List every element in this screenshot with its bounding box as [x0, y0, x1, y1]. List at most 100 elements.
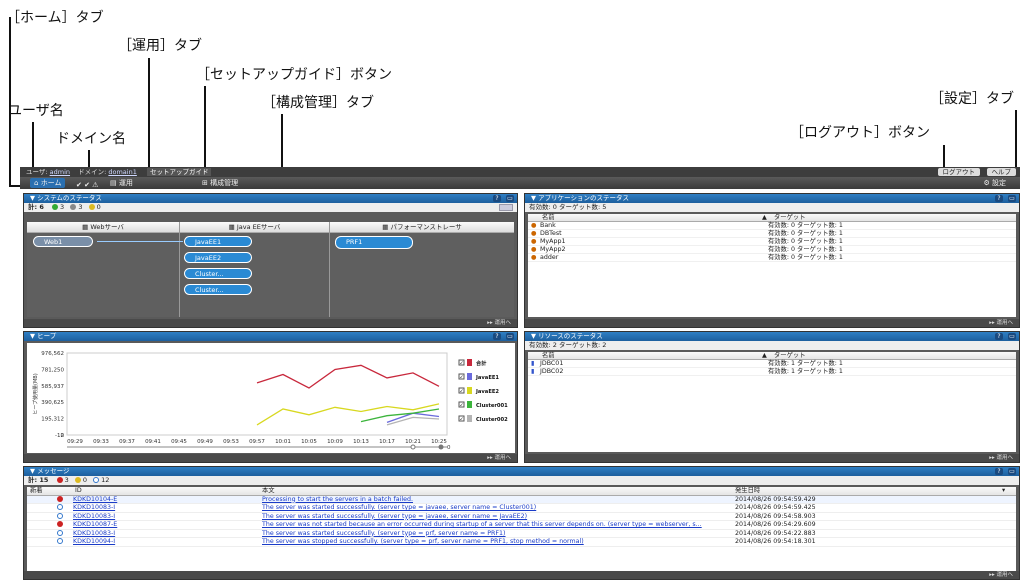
tab-configuration-label: 構成管理 [210, 179, 239, 187]
table-row[interactable]: KDKD10094-I The server was stopped succes… [27, 538, 1016, 547]
help-icon[interactable]: ? [493, 333, 501, 340]
col-id[interactable]: ID [75, 487, 82, 496]
maximize-icon[interactable]: ▭ [506, 195, 514, 202]
table-row[interactable]: ● adder 有効数: 0 ターゲット数: 1 [528, 254, 1016, 262]
sort-desc-icon: ▾ [1002, 487, 1006, 494]
system-status-footer-link[interactable]: ▸▸ 運用へ [24, 319, 517, 327]
message-date: 2014/08/26 09:54:58.903 [735, 512, 816, 520]
application-status-footer-link[interactable]: ▸▸ 運用へ [525, 319, 1019, 327]
maximize-icon[interactable]: ▭ [1008, 195, 1016, 202]
server-node-label: JavaEE2 [195, 254, 222, 262]
table-row[interactable]: KDKD10087-E The server was not started be… [27, 521, 1016, 530]
tab-configuration[interactable]: ⊞ 構成管理 [202, 177, 238, 189]
server-node-prf1[interactable]: PRF1 [335, 236, 413, 249]
plot-area [66, 352, 448, 436]
sort-asc-icon: ▲ [762, 214, 767, 221]
table-row[interactable]: KDKD10083-I The server was started succes… [27, 504, 1016, 513]
domain-name-link[interactable]: domain1 [108, 168, 136, 176]
help-icon[interactable]: ? [995, 195, 1003, 202]
col-target[interactable]: ターゲット [774, 352, 805, 360]
y-axis-label: ヒープ使用量(MB) [32, 373, 39, 414]
legend-label: 合計 [476, 359, 487, 367]
tab-operations-label: 運用 [118, 179, 133, 187]
maximize-icon[interactable]: ▭ [1008, 333, 1016, 340]
main-tab-bar: ⌂ ホーム ✔ ✔ ⚠ ▤ 運用 ⊞ 構成管理 ⚙ 設定 [20, 177, 1020, 189]
callout-user-name: ユーザ名 [8, 103, 64, 119]
table-row[interactable]: ● DBTest 有効数: 0 ターゲット数: 1 [528, 230, 1016, 238]
server-node-web1[interactable]: Web1 [33, 236, 93, 247]
message-body-link[interactable]: The server was started successfully. (se… [262, 530, 506, 539]
help-icon[interactable]: ? [995, 468, 1003, 475]
help-button[interactable]: ヘルプ [986, 168, 1016, 176]
server-node-cluster002[interactable]: Cluster... [184, 284, 252, 295]
messages-footer-link[interactable]: ▸▸ 運用へ [24, 571, 1019, 579]
help-icon[interactable]: ? [493, 195, 501, 202]
heap-line-chart: 976,562 781,250 585,937 390,625 195,312 0 -12 ヒ… [32, 351, 508, 451]
footer-link-label: 運用へ [996, 572, 1013, 578]
message-id-link[interactable]: KDKD10094-I [73, 538, 115, 547]
message-body-link[interactable]: The server was not started because an er… [262, 521, 702, 530]
table-row[interactable]: KDKD10083-I The server was started succes… [27, 529, 1016, 539]
settings-gear-icon: ⚙ [983, 179, 990, 187]
server-node-cluster001[interactable]: Cluster... [184, 268, 252, 279]
message-body-link[interactable]: Processing to start the servers in a bat… [262, 496, 413, 505]
ok-icon [51, 203, 58, 211]
error-count: 3 [64, 476, 69, 484]
app-target: 有効数: 0 ターゲット数: 1 [768, 246, 843, 253]
y-tick-label: 195,312 [41, 417, 64, 423]
table-row[interactable]: ● Bank 有効数: 0 ターゲット数: 1 [528, 222, 1016, 230]
footer-link-label: 運用へ [996, 320, 1013, 326]
col-name[interactable]: 名前 [542, 214, 555, 222]
application-icon: ● [531, 246, 537, 253]
legend-swatch [467, 401, 472, 408]
message-body-link[interactable]: The server was started successfully. (se… [262, 513, 527, 522]
web-server-icon: ▦ [82, 223, 89, 231]
col-name[interactable]: 名前 [542, 352, 555, 360]
resource-table-header: 名前 ▲ ターゲット [528, 352, 1016, 360]
table-row[interactable]: ● MyApp2 有効数: 0 ターゲット数: 1 [528, 246, 1016, 254]
maximize-icon[interactable]: ▭ [506, 333, 514, 340]
message-body-link[interactable]: The server was started successfully. (se… [262, 504, 536, 513]
home-icon: ⌂ [34, 179, 39, 187]
col-target[interactable]: ターゲット [774, 214, 805, 222]
setup-guide-button[interactable]: セットアップガイド [146, 168, 212, 176]
heap-footer-link[interactable]: ▸▸ 運用へ [24, 454, 517, 462]
logout-button[interactable]: ログアウト [937, 168, 980, 176]
message-body-link[interactable]: The server was stopped successfully. (se… [262, 538, 584, 547]
col-new[interactable]: 新着 [30, 487, 43, 496]
maximize-icon[interactable]: ▭ [1008, 468, 1016, 475]
view-toggle-icon[interactable] [499, 204, 513, 211]
col-date[interactable]: 発生日時 [735, 487, 760, 496]
col-body[interactable]: 本文 [262, 487, 275, 496]
server-node-javaee2[interactable]: JavaEE2 [184, 252, 252, 263]
server-node-label: Web1 [44, 238, 63, 246]
x-tick-label: 10:25 [431, 439, 447, 445]
app-name: Bank [540, 222, 556, 229]
x-tick-label: 09:53 [223, 439, 239, 445]
server-node-label: Cluster... [195, 270, 224, 278]
messages-table: 新着 ID 本文 発生日時 ▾ KDKD10104-E Processing to… [27, 487, 1016, 572]
x-tick-label: 09:37 [119, 439, 135, 445]
tab-home[interactable]: ⌂ ホーム [30, 178, 66, 188]
configuration-icon: ⊞ [202, 179, 208, 187]
resource-status-footer-link[interactable]: ▸▸ 運用へ [525, 454, 1019, 462]
message-id-link[interactable]: KDKD10104-E [73, 496, 117, 505]
table-row[interactable]: ▮ JDBC01 有効数: 1 ターゲット数: 1 [528, 360, 1016, 368]
help-icon[interactable]: ? [995, 333, 1003, 340]
tab-settings[interactable]: ⚙ 設定 [983, 177, 1006, 189]
message-id-link[interactable]: KDKD10083-I [73, 504, 115, 513]
message-id-link[interactable]: KDKD10083-I [73, 530, 115, 539]
tab-operations[interactable]: ▤ 運用 [110, 177, 133, 189]
table-row[interactable]: KDKD10104-E Processing to start the serve… [27, 495, 1016, 505]
x-tick-label: 10:13 [353, 439, 369, 445]
message-id-link[interactable]: KDKD10087-E [73, 521, 117, 530]
message-id-link[interactable]: KDKD10083-I [73, 513, 115, 522]
x-tick-label: 10:17 [379, 439, 395, 445]
table-row[interactable]: KDKD10083-I The server was started succes… [27, 512, 1016, 522]
user-name-link[interactable]: admin [50, 168, 70, 176]
table-row[interactable]: ▮ JDBC02 有効数: 1 ターゲット数: 1 [528, 368, 1016, 376]
table-row[interactable]: ● MyApp1 有効数: 0 ターゲット数: 1 [528, 238, 1016, 246]
warning-icon [88, 203, 95, 211]
resource-name: JDBC02 [540, 368, 564, 375]
server-node-javaee1[interactable]: JavaEE1 [184, 236, 252, 247]
